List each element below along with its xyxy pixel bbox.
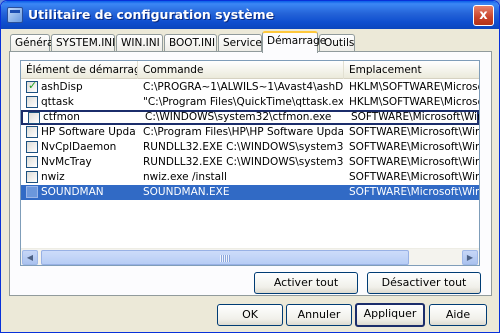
startup-item-location: SOFTWARE\Microsoft\Windows\ (349, 126, 479, 138)
startup-item-location: SOFTWARE\Microsoft\Windows\ (349, 171, 479, 183)
apply-button[interactable]: Appliquer (355, 303, 425, 327)
ok-button[interactable]: OK (217, 304, 283, 326)
startup-item-row[interactable]: ashDisp C:\PROGRA~1\ALWILS~1\Avast4\ashDi… (21, 79, 479, 95)
startup-item-location: HKLM\SOFTWARE\Microsoft\Wi (349, 96, 479, 108)
startup-item-checkbox[interactable] (26, 126, 38, 138)
startup-item-location: SOFTWARE\Microsoft\Windows\ (349, 186, 479, 198)
startup-item-name: nwiz (41, 171, 65, 183)
startup-item-command: "C:\Program Files\QuickTime\qttask.exe" … (143, 96, 343, 108)
tab-general[interactable]: Général (10, 34, 56, 52)
startup-item-checkbox[interactable] (26, 171, 38, 183)
scroll-left-arrow-icon[interactable]: ◀ (22, 250, 38, 265)
startup-item-command: C:\Program Files\HP\HP Software Update\H… (143, 126, 343, 138)
tab-win-ini[interactable]: WIN.INI (116, 34, 163, 52)
cancel-button[interactable]: Annuler (286, 304, 352, 326)
startup-item-checkbox[interactable] (26, 186, 38, 198)
startup-item-name: NvMcTray (41, 156, 92, 168)
startup-tab-panel: Élément de démarrage Commande Emplacemen… (9, 51, 492, 296)
tab-boot-ini[interactable]: BOOT.INI (164, 34, 217, 52)
startup-item-name: ashDisp (41, 81, 83, 93)
tab-startup[interactable]: Démarrage (262, 31, 326, 53)
window-title: Utilitaire de configuration système (28, 7, 275, 22)
startup-item-command: SOUNDMAN.EXE (143, 186, 230, 198)
startup-item-command: nwiz.exe /install (143, 171, 227, 183)
startup-item-command: C:\WINDOWS\system32\ctfmon.exe (145, 111, 332, 123)
help-button[interactable]: Aide (429, 304, 487, 326)
startup-item-name: SOUNDMAN (41, 186, 104, 198)
column-header-startup-item[interactable]: Élément de démarrage (21, 61, 138, 79)
disable-all-button[interactable]: Désactiver tout (367, 272, 481, 294)
scroll-right-arrow-icon[interactable]: ▶ (462, 250, 478, 265)
startup-item-row[interactable]: NvCplDaemon RUNDLL32.EXE C:\WINDOWS\syste… (21, 140, 479, 155)
msconfig-app-icon (7, 7, 23, 23)
startup-item-checkbox[interactable] (26, 156, 38, 168)
horizontal-scrollbar[interactable]: ◀ ▶ (21, 248, 479, 265)
tab-services[interactable]: Services (218, 34, 267, 52)
startup-item-row[interactable]: ctfmon C:\WINDOWS\system32\ctfmon.exe SOFT… (21, 110, 479, 125)
tab-system-ini[interactable]: SYSTEM.INI (51, 34, 115, 52)
startup-item-row[interactable]: SOUNDMAN SOUNDMAN.EXE SOFTWARE\Microsoft\W… (21, 185, 479, 200)
startup-item-row[interactable]: HP Software Update C:\Program Files\HP\HP… (21, 125, 479, 140)
startup-item-location: SOFTWARE\Microsoft\Windows\ (351, 111, 479, 123)
tab-strip: Général SYSTEM.INI WIN.INI BOOT.INI Serv… (10, 31, 490, 53)
startup-item-row[interactable]: nwiz nwiz.exe /install SOFTWARE\Microsoft\… (21, 170, 479, 185)
startup-item-checkbox[interactable] (28, 112, 40, 124)
startup-item-name: qttask (41, 96, 74, 108)
system-configuration-window: Utilitaire de configuration système x Gé… (0, 0, 500, 333)
list-header: Élément de démarrage Commande Emplacemen… (21, 61, 479, 79)
startup-item-row[interactable]: NvMcTray RUNDLL32.EXE C:\WINDOWS\system32… (21, 155, 479, 170)
startup-item-name: ctfmon (43, 111, 80, 123)
startup-item-command: C:\PROGRA~1\ALWILS~1\Avast4\ashDisp.... (143, 81, 343, 93)
thumb-grip-icon (220, 255, 230, 262)
startup-item-command: RUNDLL32.EXE C:\WINDOWS\system32\Nv... (143, 141, 343, 153)
startup-item-name: NvCplDaemon (41, 141, 117, 153)
startup-item-location: SOFTWARE\Microsoft\Windows\ (349, 141, 479, 153)
startup-item-command: RUNDLL32.EXE C:\WINDOWS\system32\Nv... (143, 156, 343, 168)
title-bar[interactable]: Utilitaire de configuration système x (1, 1, 499, 29)
close-button[interactable]: x (473, 5, 494, 26)
startup-item-location: SOFTWARE\Microsoft\Windows\ (349, 156, 479, 168)
scrollbar-thumb[interactable] (41, 250, 409, 265)
startup-item-checkbox[interactable] (26, 141, 38, 153)
column-header-command[interactable]: Commande (138, 61, 344, 79)
startup-item-name: HP Software Update (41, 126, 136, 138)
startup-item-checkbox[interactable] (26, 79, 38, 93)
column-header-location[interactable]: Emplacement (344, 61, 479, 79)
startup-item-location: HKLM\SOFTWARE\Microsoft\Wi (349, 81, 479, 93)
enable-all-button[interactable]: Activer tout (254, 272, 358, 294)
startup-items-list[interactable]: Élément de démarrage Commande Emplacemen… (20, 60, 480, 266)
startup-item-checkbox[interactable] (26, 96, 38, 108)
startup-item-row[interactable]: qttask "C:\Program Files\QuickTime\qttask… (21, 95, 479, 110)
